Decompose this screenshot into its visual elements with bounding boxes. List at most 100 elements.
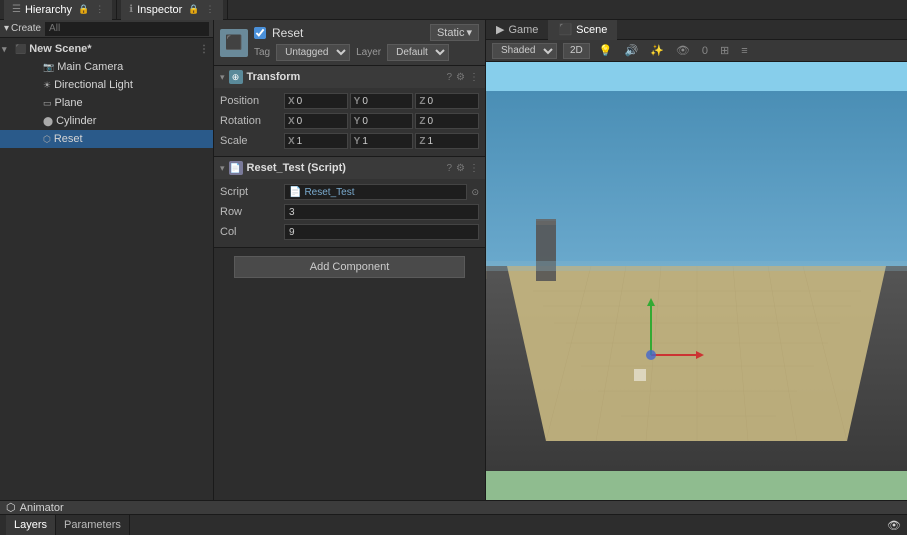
row-value-field[interactable]: 3 — [284, 204, 479, 220]
col-field-row: Col 9 — [220, 223, 479, 241]
main-content: ▾ Create ▾ ⬛ New Scene* ⋮ 📷 Main Camera — [0, 20, 907, 500]
camera-icon: 📷 — [43, 62, 54, 73]
script-reference-name: Reset_Test — [304, 187, 354, 198]
tag-select[interactable]: Untagged — [276, 44, 350, 61]
scale-x-field[interactable]: X 1 — [284, 133, 348, 149]
transform-help-icon[interactable]: ? — [446, 72, 452, 83]
hierarchy-scene-root[interactable]: ▾ ⬛ New Scene* ⋮ — [0, 40, 213, 58]
script-selector-icon[interactable]: ⊙ — [471, 187, 479, 198]
rotation-label: Rotation — [220, 115, 280, 127]
hierarchy-item-cylinder[interactable]: ⬤ Cylinder — [0, 112, 213, 130]
scale-x-value: 1 — [297, 136, 303, 147]
add-component-button[interactable]: Add Component — [234, 256, 465, 278]
top-tab-bar: ☰ Hierarchy 🔒 ⋮ ℹ Inspector 🔒 ⋮ — [0, 0, 907, 20]
hierarchy-item-main-camera[interactable]: 📷 Main Camera — [0, 58, 213, 76]
scale-y-field[interactable]: Y 1 — [350, 133, 414, 149]
animator-tabs-row: Layers Parameters 👁 — [0, 515, 907, 535]
object-name-area: Reset Static ▾ Tag Untagged Layer Defaul… — [254, 24, 479, 61]
object-active-checkbox[interactable] — [254, 27, 266, 39]
hierarchy-toolbar: ▾ Create — [0, 20, 213, 38]
static-label: Static — [437, 27, 465, 39]
more-icon[interactable]: ≡ — [738, 45, 750, 57]
animator-layers-tab[interactable]: Layers — [6, 515, 56, 535]
audio-icon[interactable]: 🔊 — [622, 44, 642, 57]
hierarchy-item-reset[interactable]: ⬡ Reset — [0, 130, 213, 148]
scene-arrow-icon: ▾ — [2, 44, 12, 55]
scale-y-value: 1 — [362, 136, 368, 147]
animator-parameters-tab[interactable]: Parameters — [56, 515, 130, 535]
rotation-x-field[interactable]: X 0 — [284, 113, 348, 129]
position-label: Position — [220, 95, 280, 107]
script-controls: ? ⚙ ⋮ — [446, 163, 479, 174]
script-arrow-icon: ▾ — [220, 163, 225, 174]
scene-canvas — [486, 62, 907, 500]
inspector-lock-icon: 🔒 — [188, 4, 199, 15]
hierarchy-item-plane[interactable]: ▭ Plane — [0, 94, 213, 112]
game-tab[interactable]: ▶ Game — [486, 20, 548, 40]
position-x-field[interactable]: X 0 — [284, 93, 348, 109]
scene-tab[interactable]: ⬛ Scene — [548, 20, 617, 40]
scene-icon: ⬛ — [15, 44, 26, 55]
cylinder-label: Cylinder — [56, 115, 96, 127]
animator-icon: ⬡ — [6, 501, 16, 514]
plane-icon: ▭ — [43, 98, 52, 109]
hierarchy-item-directional-light[interactable]: ☀ Directional Light — [0, 76, 213, 94]
transform-settings-icon[interactable]: ⚙ — [456, 72, 465, 83]
2d-button[interactable]: 2D — [563, 43, 590, 59]
rotation-z-label: Z — [419, 116, 425, 127]
eye-icon[interactable]: 👁 — [887, 519, 901, 532]
scale-z-field[interactable]: Z 1 — [415, 133, 479, 149]
scale-xyz-group: X 1 Y 1 Z 1 — [284, 133, 479, 149]
script-field-label: Script — [220, 186, 280, 198]
transform-menu-icon[interactable]: ⋮ — [469, 72, 479, 83]
create-button[interactable]: ▾ Create — [4, 23, 41, 34]
row-field-row: Row 3 — [220, 203, 479, 221]
create-arrow-icon: ▾ — [4, 23, 9, 34]
scene-label: New Scene* — [29, 43, 91, 55]
shading-select[interactable]: Shaded — [492, 43, 557, 59]
tag-label: Tag — [254, 47, 270, 58]
cylinder-icon: ⬤ — [43, 116, 53, 127]
inspector-tab[interactable]: ℹ Inspector 🔒 ⋮ — [121, 0, 222, 20]
hierarchy-tab[interactable]: ☰ Hierarchy 🔒 ⋮ — [4, 0, 112, 20]
script-help-icon[interactable]: ? — [446, 163, 452, 174]
light-icon: ☀ — [43, 80, 51, 91]
script-reference-field[interactable]: 📄 Reset_Test — [284, 184, 467, 200]
viewport-area: ▶ Game ⬛ Scene Shaded 2D 💡 🔊 ✨ 👁 0 ⊞ ≡ — [486, 20, 907, 500]
layer-select[interactable]: Default — [387, 44, 449, 61]
gizmo-icon[interactable]: 👁 — [673, 44, 693, 57]
inspector-tab-icon: ℹ — [129, 4, 133, 15]
fx-icon[interactable]: ✨ — [647, 44, 667, 57]
layer-label: Layer — [356, 47, 381, 58]
position-z-field[interactable]: Z 0 — [415, 93, 479, 109]
scene-menu-icon[interactable]: ⋮ — [199, 44, 213, 55]
script-menu-icon[interactable]: ⋮ — [469, 163, 479, 174]
hierarchy-menu-icon[interactable]: ⋮ — [95, 4, 104, 15]
transform-controls: ? ⚙ ⋮ — [446, 72, 479, 83]
rotation-y-field[interactable]: Y 0 — [350, 113, 414, 129]
light-label: Directional Light — [54, 79, 133, 91]
gizmo-num-icon: 0 — [699, 45, 711, 57]
inspector-menu-icon[interactable]: ⋮ — [206, 4, 215, 15]
transform-arrow-icon: ▾ — [220, 72, 225, 83]
col-value-field[interactable]: 9 — [284, 224, 479, 240]
static-button[interactable]: Static ▾ — [430, 24, 479, 41]
col-field-label: Col — [220, 226, 280, 238]
create-label: Create — [11, 23, 41, 34]
transform-header[interactable]: ▾ ⊕ Transform ? ⚙ ⋮ — [214, 66, 485, 88]
script-settings-icon[interactable]: ⚙ — [456, 163, 465, 174]
static-arrow-icon: ▾ — [466, 26, 472, 39]
script-header[interactable]: ▾ 📄 Reset_Test (Script) ? ⚙ ⋮ — [214, 157, 485, 179]
grid-icon[interactable]: ⊞ — [717, 44, 732, 57]
hierarchy-search-input[interactable] — [45, 22, 209, 36]
rotation-z-field[interactable]: Z 0 — [415, 113, 479, 129]
scale-row: Scale X 1 Y 1 Z 1 — [220, 132, 479, 150]
scale-label: Scale — [220, 135, 280, 147]
light-icon[interactable]: 💡 — [596, 44, 616, 57]
position-y-label: Y — [354, 96, 361, 107]
position-y-value: 0 — [362, 96, 368, 107]
position-y-field[interactable]: Y 0 — [350, 93, 414, 109]
script-component-icon: 📄 — [229, 161, 243, 175]
scale-y-label: Y — [354, 136, 361, 147]
rotation-z-value: 0 — [427, 116, 433, 127]
